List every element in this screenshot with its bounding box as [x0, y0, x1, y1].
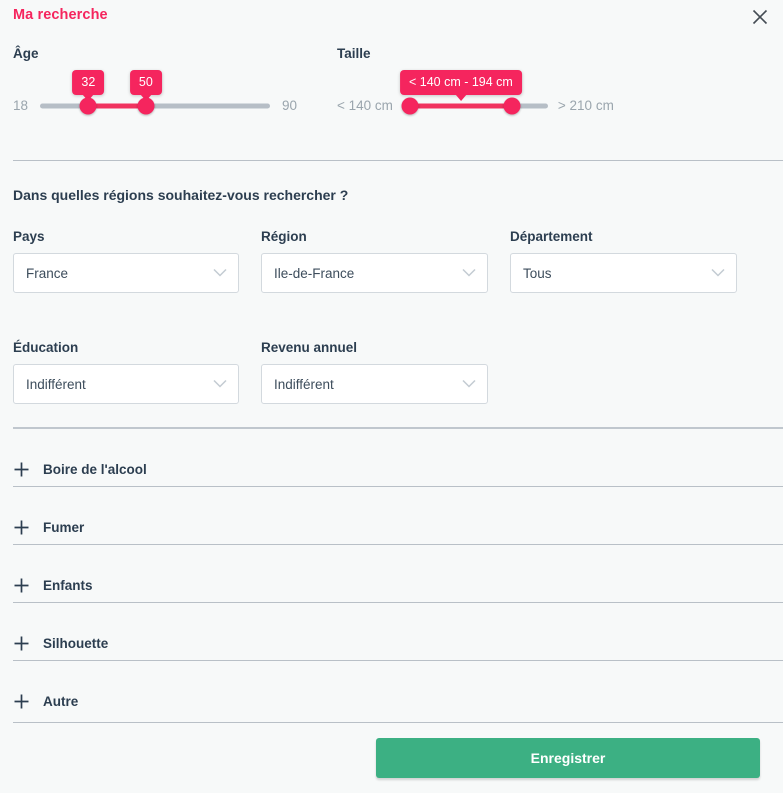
- age-label: Âge: [13, 46, 39, 61]
- height-slider-bubble: < 140 cm - 194 cm: [399, 69, 522, 101]
- age-slider-block: Âge 18 32 50 90: [13, 46, 313, 129]
- accordion-item-alcool[interactable]: Boire de l'alcool: [13, 440, 783, 498]
- divider-accordion-4: [13, 660, 783, 661]
- age-max-label: 90: [282, 98, 298, 114]
- region-question: Dans quelles régions souhaitez-vous rech…: [13, 187, 349, 203]
- education-label: Éducation: [13, 340, 79, 355]
- height-slider-selected-range: [410, 103, 512, 109]
- height-slider-block: Taille < 140 cm < 140 cm - 194 cm > 210 …: [337, 46, 637, 129]
- plus-icon: [13, 577, 30, 594]
- height-slider-handle-max[interactable]: [503, 97, 521, 115]
- select-group-revenu: Revenu annuel Indifférent: [261, 340, 488, 404]
- select-group-education: Éducation Indifférent: [13, 340, 239, 404]
- plus-icon: [13, 693, 30, 710]
- height-max-label: > 210 cm: [557, 98, 614, 114]
- plus-icon: [13, 519, 30, 536]
- departement-select[interactable]: Tous: [510, 253, 737, 293]
- accordion-label-alcool: Boire de l'alcool: [43, 461, 147, 477]
- chevron-down-icon: [213, 377, 227, 392]
- age-slider-row: 18 32 50 90: [13, 69, 313, 129]
- close-button[interactable]: [747, 4, 773, 30]
- region-select[interactable]: Ile-de-France: [261, 253, 488, 293]
- chevron-down-icon: [462, 377, 476, 392]
- select-group-region: Région Ile-de-France: [261, 229, 488, 293]
- height-slider-handle-min[interactable]: [401, 97, 419, 115]
- select-group-pays: Pays France: [13, 229, 239, 293]
- revenu-value: Indifférent: [274, 376, 334, 392]
- divider-accordion-1: [13, 486, 783, 487]
- height-slider-row: < 140 cm < 140 cm - 194 cm > 210 cm: [337, 69, 637, 129]
- accordion-item-silhouette[interactable]: Silhouette: [13, 614, 783, 672]
- age-min-label: 18: [13, 98, 29, 114]
- chevron-down-icon: [462, 266, 476, 281]
- age-slider-bubble-min: 32: [72, 69, 105, 101]
- age-slider-track: [40, 103, 271, 109]
- divider-accordion-top: [13, 427, 783, 429]
- pays-select[interactable]: France: [13, 253, 239, 293]
- page-title: Ma recherche: [13, 7, 108, 23]
- accordion-item-enfants[interactable]: Enfants: [13, 556, 783, 614]
- pays-value: France: [26, 265, 69, 281]
- divider-accordion-2: [13, 544, 783, 545]
- plus-icon: [13, 635, 30, 652]
- pays-label: Pays: [13, 229, 45, 244]
- departement-label: Département: [510, 229, 593, 244]
- height-label: Taille: [337, 46, 371, 61]
- close-icon: [752, 9, 768, 25]
- accordion-label-enfants: Enfants: [43, 577, 93, 593]
- education-value: Indifférent: [26, 376, 86, 392]
- accordion-label-autre: Autre: [43, 693, 79, 709]
- height-slider-track-area[interactable]: < 140 cm - 194 cm: [399, 69, 548, 121]
- region-value: Ile-de-France: [274, 265, 355, 281]
- plus-icon: [13, 461, 30, 478]
- age-slider-track-area[interactable]: 32 50: [40, 69, 271, 121]
- revenu-select[interactable]: Indifférent: [261, 364, 488, 404]
- region-label: Région: [261, 229, 307, 244]
- height-min-label: < 140 cm: [337, 98, 393, 114]
- divider-footer: [13, 722, 783, 723]
- chevron-down-icon: [213, 266, 227, 281]
- accordion-label-fumer: Fumer: [43, 519, 85, 535]
- age-slider-handle-min[interactable]: [79, 97, 97, 115]
- education-select[interactable]: Indifférent: [13, 364, 239, 404]
- select-group-departement: Département Tous: [510, 229, 737, 293]
- revenu-label: Revenu annuel: [261, 340, 358, 355]
- age-slider-handle-max[interactable]: [137, 97, 155, 115]
- departement-value: Tous: [523, 265, 552, 281]
- accordion-item-fumer[interactable]: Fumer: [13, 498, 783, 556]
- save-button[interactable]: Enregistrer: [376, 738, 760, 778]
- age-slider-bubble-max: 50: [129, 69, 162, 101]
- chevron-down-icon: [711, 266, 725, 281]
- accordion-label-silhouette: Silhouette: [43, 635, 109, 651]
- divider-accordion-3: [13, 602, 783, 603]
- divider-sliders: [13, 160, 783, 161]
